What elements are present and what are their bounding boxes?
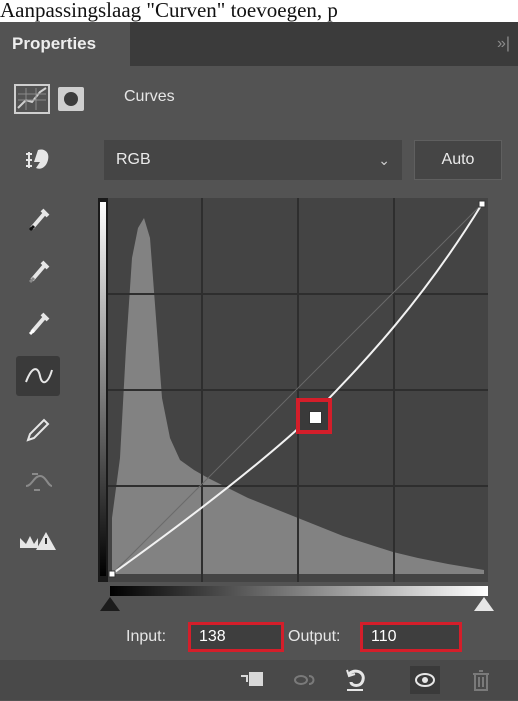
auto-button[interactable]: Auto [414, 140, 502, 180]
tab-properties[interactable]: Properties [0, 22, 130, 66]
panel-footer [0, 660, 518, 700]
output-field[interactable]: 110 [360, 622, 462, 652]
layer-mask-icon[interactable] [58, 87, 84, 111]
input-label: Input: [126, 628, 167, 645]
input-field[interactable]: 138 [188, 622, 284, 652]
channel-row: RGB ⌄ Auto [0, 140, 518, 182]
channel-value: RGB [116, 151, 151, 168]
smooth-icon[interactable] [16, 462, 60, 502]
collapse-panel-icon[interactable]: »| [497, 22, 510, 66]
output-label: Output: [288, 628, 341, 645]
clip-to-layer-icon[interactable] [236, 666, 266, 694]
black-point-eyedropper-icon[interactable] [16, 198, 60, 238]
black-slider-handle[interactable] [100, 597, 120, 611]
curve-points-tool-icon[interactable] [16, 356, 60, 396]
channel-dropdown[interactable]: RGB ⌄ [104, 140, 402, 180]
delete-trash-icon[interactable] [466, 666, 496, 694]
curves-graph[interactable] [98, 198, 488, 582]
chevron-down-icon: ⌄ [378, 152, 390, 168]
adjustment-title: Curves [124, 88, 175, 105]
gray-point-eyedropper-icon[interactable] [16, 250, 60, 290]
view-previous-state-icon[interactable] [290, 666, 320, 694]
target-adjust-hand-icon[interactable] [22, 144, 62, 176]
curve-control-point[interactable] [296, 398, 332, 434]
panel-tabbar: Properties »| [0, 22, 518, 66]
curves-adjustment-icon[interactable] [14, 84, 50, 114]
clipping-warning-icon[interactable] [16, 520, 60, 560]
reset-icon[interactable] [340, 666, 370, 694]
visibility-eye-icon[interactable] [410, 666, 440, 694]
input-output-row: Input: 138 Output: 110 [0, 618, 518, 658]
pencil-icon[interactable] [16, 410, 60, 450]
caption-text: Aanpassingslaag "Curven" toevoegen, p [0, 0, 518, 22]
input-gradient-bar [110, 586, 488, 596]
white-slider-handle[interactable] [474, 597, 494, 611]
white-point-eyedropper-icon[interactable] [16, 302, 60, 342]
adjustment-header: Curves [0, 66, 518, 136]
